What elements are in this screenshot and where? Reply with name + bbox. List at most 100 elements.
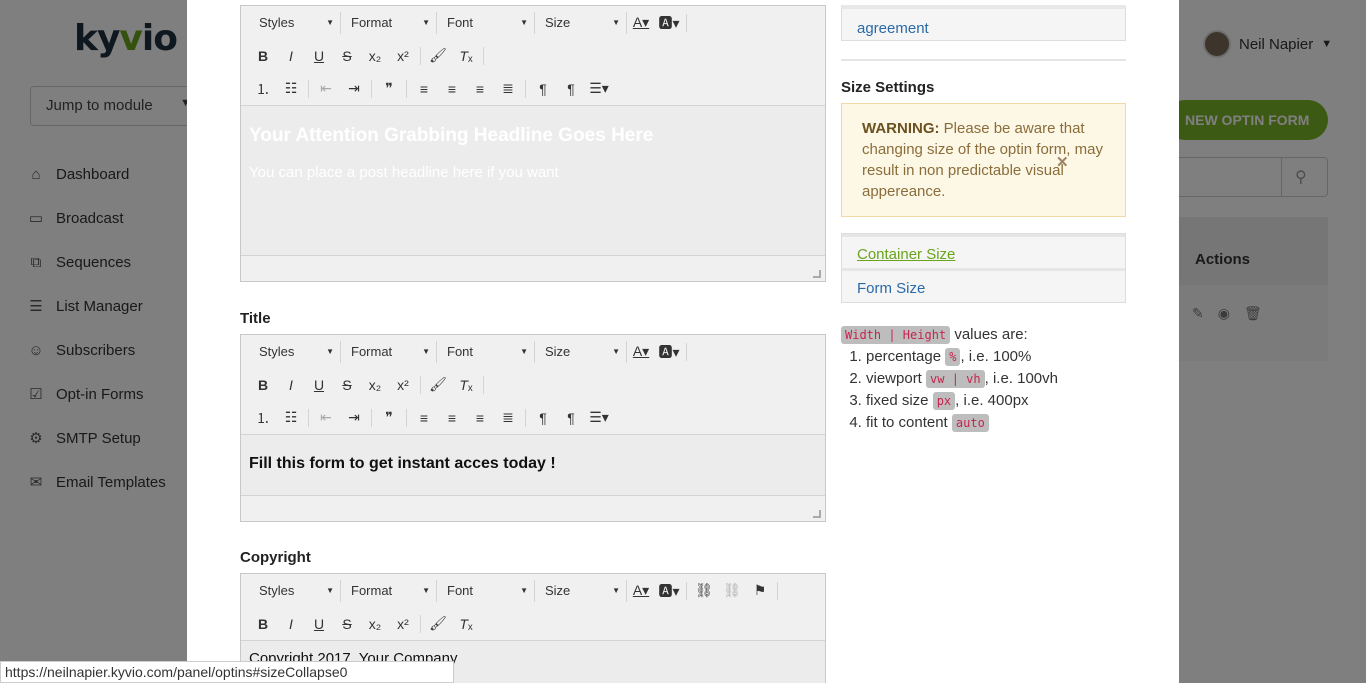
agreement-link[interactable]: agreement — [841, 5, 1126, 41]
align-left-icon[interactable]: ≡ — [410, 406, 438, 430]
font-dropdown[interactable]: Font ▼ — [437, 579, 535, 602]
ltr-icon[interactable]: ¶ — [529, 77, 557, 101]
bullet-list-icon[interactable]: ☷ — [277, 77, 305, 101]
background-color-icon[interactable]: 🅰▾ — [655, 579, 683, 603]
list-item: fit to content auto — [866, 412, 1126, 434]
text-color-icon[interactable]: A▾ — [627, 340, 655, 364]
text-color-icon[interactable]: A▾ — [627, 11, 655, 35]
background-color-icon[interactable]: 🅰▾ — [655, 11, 683, 35]
size-dropdown[interactable]: Size ▼ — [535, 11, 627, 34]
bold-icon[interactable]: B — [249, 612, 277, 636]
format-dropdown[interactable]: Format ▼ — [341, 579, 437, 602]
bold-icon[interactable]: B — [249, 44, 277, 68]
font-dropdown[interactable]: Font ▼ — [437, 11, 535, 34]
resize-handle-icon[interactable] — [813, 270, 821, 278]
superscript-icon[interactable]: x² — [389, 44, 417, 68]
close-icon[interactable]: ✕ — [1056, 152, 1069, 173]
language-icon[interactable]: ☰▾ — [585, 77, 613, 101]
italic-icon[interactable]: I — [277, 44, 305, 68]
font-dropdown[interactable]: Font ▼ — [437, 340, 535, 363]
italic-icon[interactable]: I — [277, 612, 305, 636]
format-dropdown[interactable]: Format ▼ — [341, 11, 437, 34]
align-justify-icon[interactable]: ≣ — [494, 77, 522, 101]
resize-handle-icon[interactable] — [813, 510, 821, 518]
align-center-icon[interactable]: ≡ — [438, 77, 466, 101]
caret-down-icon: ▼ — [612, 586, 620, 595]
form-size-toggle[interactable]: Form Size — [842, 268, 1125, 302]
align-left-icon[interactable]: ≡ — [410, 77, 438, 101]
strikethrough-icon[interactable]: S — [333, 44, 361, 68]
editor-statusbar — [241, 255, 825, 281]
indent-icon[interactable]: ⇥ — [340, 406, 368, 430]
clear-format-icon[interactable]: Tₓ — [452, 44, 480, 68]
numbered-list-icon[interactable]: ⒈ — [249, 77, 277, 101]
clear-format-icon[interactable]: Tₓ — [452, 612, 480, 636]
align-right-icon[interactable]: ≡ — [466, 406, 494, 430]
indent-icon[interactable]: ⇥ — [340, 77, 368, 101]
align-center-icon[interactable]: ≡ — [438, 406, 466, 430]
blockquote-icon[interactable]: ❞ — [375, 406, 403, 430]
styles-dropdown[interactable]: Styles ▼ — [249, 340, 341, 363]
headline-edit-area[interactable]: Your Attention Grabbing Headline Goes He… — [241, 105, 825, 255]
container-size-toggle[interactable]: Container Size — [842, 234, 1125, 268]
italic-icon[interactable]: I — [277, 373, 305, 397]
anchor-flag-icon[interactable]: ⚑ — [746, 579, 774, 603]
outdent-icon[interactable]: ⇤ — [312, 406, 340, 430]
rtl-icon[interactable]: ¶ — [557, 77, 585, 101]
format-dropdown[interactable]: Format ▼ — [341, 340, 437, 363]
blockquote-icon[interactable]: ❞ — [375, 77, 403, 101]
strikethrough-icon[interactable]: S — [333, 612, 361, 636]
strikethrough-icon[interactable]: S — [333, 373, 361, 397]
align-justify-icon[interactable]: ≣ — [494, 406, 522, 430]
unlink-icon[interactable]: ⛓ — [718, 579, 746, 603]
editor-toolbar-row-3: ⒈ ☷ ⇤ ⇥ ❞ ≡ ≡ ≡ ≣ ¶ ¶ ☰▾ — [241, 72, 825, 105]
numbered-list-icon[interactable]: ⒈ — [249, 406, 277, 430]
size-warning-alert: WARNING: Please be aware that changing s… — [841, 103, 1126, 217]
link-icon[interactable]: ⛓ — [690, 579, 718, 603]
subscript-icon[interactable]: x₂ — [361, 612, 389, 636]
language-icon[interactable]: ☰▾ — [585, 406, 613, 430]
caret-down-icon: ▼ — [326, 586, 334, 595]
settings-column: agreement Size Settings WARNING: Please … — [841, 0, 1126, 434]
underline-icon[interactable]: U — [305, 612, 333, 636]
paint-brush-icon[interactable]: 🖌 — [424, 44, 452, 68]
bullet-list-icon[interactable]: ☷ — [277, 406, 305, 430]
title-editor: Styles ▼ Format ▼ Font ▼ Size ▼ A▾ 🅰▾ B I U … — [240, 334, 826, 522]
text-color-icon[interactable]: A▾ — [627, 579, 655, 603]
background-color-icon[interactable]: 🅰▾ — [655, 340, 683, 364]
caret-down-icon: ▼ — [422, 18, 430, 27]
paint-brush-icon[interactable]: 🖌 — [424, 373, 452, 397]
styles-dropdown[interactable]: Styles ▼ — [249, 11, 341, 34]
caret-down-icon: ▼ — [520, 18, 528, 27]
editor-toolbar-row-1: Styles ▼ Format ▼ Font ▼ Size ▼ A▾ 🅰▾ — [241, 6, 825, 39]
title-edit-area[interactable]: Fill this form to get instant acces toda… — [241, 434, 825, 495]
rtl-icon[interactable]: ¶ — [557, 406, 585, 430]
styles-dropdown[interactable]: Styles ▼ — [249, 579, 341, 602]
list-item: percentage %, i.e. 100% — [866, 346, 1126, 368]
size-dropdown[interactable]: Size ▼ — [535, 579, 627, 602]
editor-toolbar-row-1: Styles ▼ Format ▼ Font ▼ Size ▼ A▾ 🅰▾ — [241, 335, 825, 368]
superscript-icon[interactable]: x² — [389, 373, 417, 397]
size-dropdown[interactable]: Size ▼ — [535, 340, 627, 363]
caret-down-icon: ▼ — [422, 347, 430, 356]
browser-status-url: https://neilnapier.kyvio.com/panel/optin… — [0, 661, 454, 683]
title-label: Title — [240, 310, 271, 327]
code-snippet: Width | Height — [841, 326, 951, 344]
subscript-icon[interactable]: x₂ — [361, 44, 389, 68]
underline-icon[interactable]: U — [305, 373, 333, 397]
ltr-icon[interactable]: ¶ — [529, 406, 557, 430]
underline-icon[interactable]: U — [305, 44, 333, 68]
superscript-icon[interactable]: x² — [389, 612, 417, 636]
editor-toolbar-row-2: B I U S x₂ x² 🖌 Tₓ — [241, 368, 825, 401]
subscript-icon[interactable]: x₂ — [361, 373, 389, 397]
caret-down-icon: ▼ — [612, 347, 620, 356]
list-item: viewport vw | vh, i.e. 100vh — [866, 368, 1126, 390]
paint-brush-icon[interactable]: 🖌 — [424, 612, 452, 636]
clear-format-icon[interactable]: Tₓ — [452, 373, 480, 397]
align-right-icon[interactable]: ≡ — [466, 77, 494, 101]
list-item: fixed size px, i.e. 400px — [866, 390, 1126, 412]
copyright-label: Copyright — [240, 549, 311, 566]
outdent-icon[interactable]: ⇤ — [312, 77, 340, 101]
editor-toolbar-row-3: ⒈ ☷ ⇤ ⇥ ❞ ≡ ≡ ≡ ≣ ¶ ¶ ☰▾ — [241, 401, 825, 434]
bold-icon[interactable]: B — [249, 373, 277, 397]
